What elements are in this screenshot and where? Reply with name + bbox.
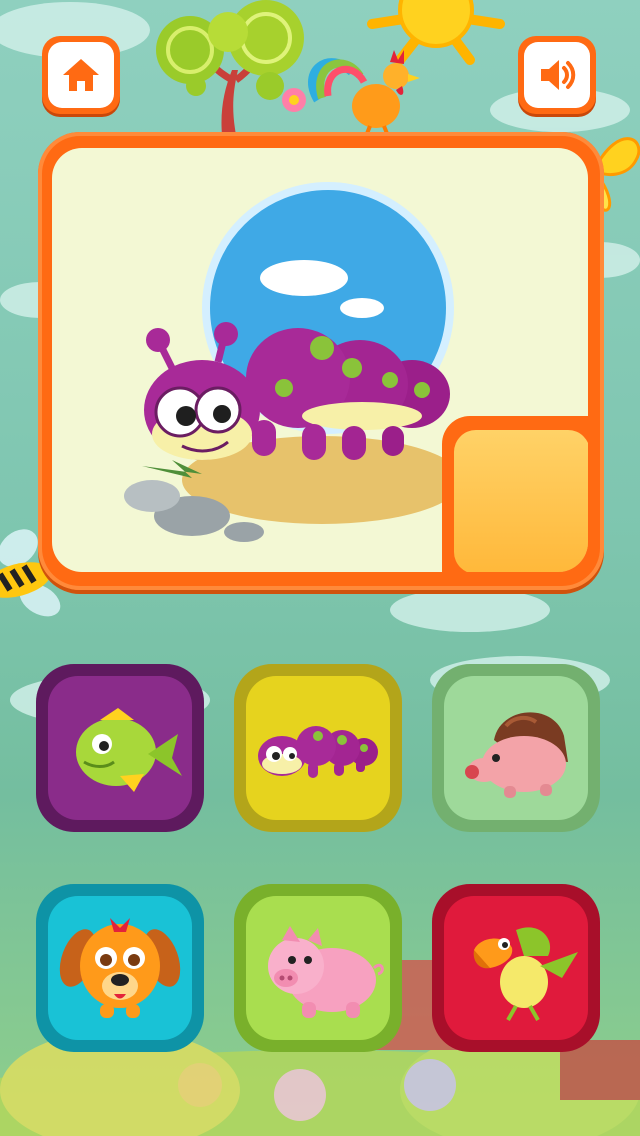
missing-piece-slot (442, 416, 588, 572)
choice-tile-dog[interactable] (36, 884, 204, 1052)
home-button[interactable] (42, 36, 120, 114)
speaker-icon (541, 60, 576, 90)
sun-decoration (367, 0, 505, 65)
choice-tile-parrot[interactable] (432, 884, 600, 1052)
sound-button[interactable] (518, 36, 596, 114)
pig-icon (268, 926, 384, 1018)
tree-decoration (156, 0, 304, 135)
choice-tile-fish[interactable] (36, 664, 204, 832)
choice-tile-caterpillar[interactable] (234, 664, 402, 832)
parrot-icon (473, 927, 578, 1021)
choice-tile-pig[interactable] (234, 884, 402, 1052)
caterpillar-icon (258, 726, 378, 778)
choice-tile-hedgehog[interactable] (432, 664, 600, 832)
flower-decoration (282, 88, 306, 112)
fish-icon (76, 708, 182, 792)
puzzle-board (52, 148, 588, 572)
puzzle-frame (38, 132, 604, 590)
hedgehog-icon (465, 712, 568, 798)
home-icon (63, 59, 99, 91)
rooster-decoration (308, 50, 420, 137)
dog-icon (59, 918, 181, 1018)
